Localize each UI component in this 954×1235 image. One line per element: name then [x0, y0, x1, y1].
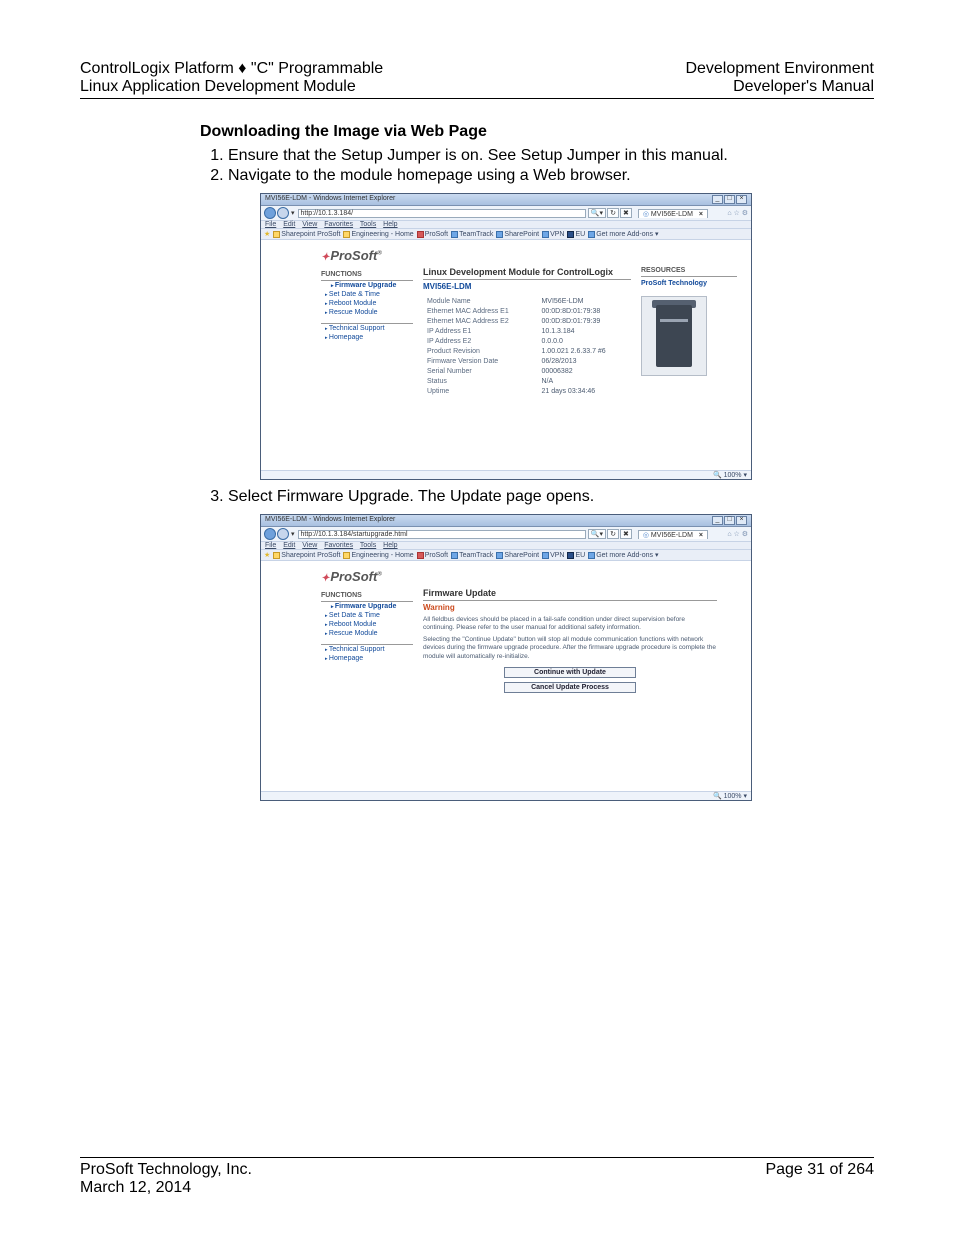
back-button[interactable]: [264, 528, 276, 540]
toolbar-icons[interactable]: ⌂ ☆ ⚙: [708, 530, 748, 538]
sidebar-reboot-module[interactable]: Reboot Module: [321, 620, 413, 629]
back-button[interactable]: [264, 207, 276, 219]
address-bar[interactable]: http://10.1.3.184/startupgrade.html: [298, 530, 586, 539]
sidebar-set-date-time[interactable]: Set Date & Time: [321, 290, 413, 299]
firmware-update-title: Firmware Update: [423, 588, 717, 601]
menu-bar[interactable]: File Edit View Favorites Tools Help: [261, 221, 751, 229]
step-list-cont: Select Firmware Upgrade. The Update page…: [228, 488, 874, 506]
sidebar-homepage[interactable]: Homepage: [321, 654, 413, 663]
section-title: Downloading the Image via Web Page: [200, 123, 874, 141]
address-bar[interactable]: http://10.1.3.184/: [298, 209, 586, 218]
screenshot-homepage: MVI56E-LDM - Windows Internet Explorer _…: [260, 193, 874, 480]
footer-company: ProSoft Technology, Inc.: [80, 1161, 252, 1179]
step-2: Navigate to the module homepage using a …: [228, 167, 874, 185]
sidebar-technical-support[interactable]: Technical Support: [321, 324, 413, 333]
forward-button[interactable]: [277, 528, 289, 540]
sidebar-functions-header: FUNCTIONS: [321, 271, 413, 281]
header-left-2: Linux Application Development Module: [80, 78, 383, 96]
window-buttons[interactable]: _□×: [711, 516, 747, 525]
close-icon[interactable]: ×: [699, 532, 703, 539]
favorites-bar[interactable]: ★ Sharepoint ProSoft Engineering - Home …: [261, 229, 751, 240]
resources-link[interactable]: ProSoft Technology: [641, 277, 737, 290]
sidebar-rescue-module[interactable]: Rescue Module: [321, 308, 413, 317]
refresh-icon[interactable]: ↻: [607, 529, 619, 539]
module-image: [641, 296, 707, 376]
page-header: ControlLogix Platform ♦ "C" Programmable…: [80, 60, 874, 99]
sidebar-reboot-module[interactable]: Reboot Module: [321, 299, 413, 308]
page-footer: ProSoft Technology, Inc. March 12, 2014 …: [80, 1157, 874, 1197]
stop-icon[interactable]: ✖: [620, 529, 632, 539]
toolbar-icons[interactable]: ⌂ ☆ ⚙: [708, 209, 748, 217]
resources-header: RESOURCES: [641, 267, 737, 277]
sidebar-rescue-module[interactable]: Rescue Module: [321, 629, 413, 638]
sidebar-firmware-upgrade[interactable]: Firmware Upgrade: [321, 281, 413, 290]
window-buttons[interactable]: _□×: [711, 195, 747, 204]
cancel-update-button[interactable]: Cancel Update Process: [504, 682, 636, 693]
status-bar: 🔍 100% ▾: [261, 470, 751, 479]
module-info-table: Module NameMVI56E-LDM Ethernet MAC Addre…: [423, 295, 631, 397]
sidebar-functions-header: FUNCTIONS: [321, 592, 413, 602]
refresh-icon[interactable]: ↻: [607, 208, 619, 218]
step-list: Ensure that the Setup Jumper is on. See …: [228, 147, 874, 185]
window-title: MVI56E-LDM - Windows Internet Explorer: [265, 195, 395, 204]
forward-button[interactable]: [277, 207, 289, 219]
sidebar-homepage[interactable]: Homepage: [321, 333, 413, 342]
search-icon[interactable]: 🔍▾: [588, 529, 606, 539]
favorites-bar[interactable]: ★ Sharepoint ProSoft Engineering - Home …: [261, 550, 751, 561]
header-right-1: Development Environment: [685, 60, 874, 78]
footer-page: Page 31 of 264: [765, 1161, 874, 1197]
header-left-1: ControlLogix Platform ♦ "C" Programmable: [80, 60, 383, 78]
step-1: Ensure that the Setup Jumper is on. See …: [228, 147, 874, 165]
prosoft-logo: ✦ProSoft®: [261, 240, 751, 267]
browser-tab[interactable]: ◎ MVI56E-LDM×: [638, 530, 708, 539]
browser-tab[interactable]: ◎ MVI56E-LDM×: [638, 209, 708, 218]
footer-date: March 12, 2014: [80, 1179, 252, 1197]
stop-icon[interactable]: ✖: [620, 208, 632, 218]
header-right-2: Developer's Manual: [685, 78, 874, 96]
screenshot-firmware-update: MVI56E-LDM - Windows Internet Explorer _…: [260, 514, 874, 801]
sidebar-set-date-time[interactable]: Set Date & Time: [321, 611, 413, 620]
sidebar-firmware-upgrade[interactable]: Firmware Upgrade: [321, 602, 413, 611]
search-icon[interactable]: 🔍▾: [588, 208, 606, 218]
status-bar: 🔍 100% ▾: [261, 791, 751, 800]
window-title: MVI56E-LDM - Windows Internet Explorer: [265, 516, 395, 525]
warning-text-1: All fieldbus devices should be placed in…: [423, 614, 717, 634]
warning-label: Warning: [423, 601, 717, 614]
continue-update-button[interactable]: Continue with Update: [504, 667, 636, 678]
menu-bar[interactable]: File Edit View Favorites Tools Help: [261, 542, 751, 550]
model-name: MVI56E-LDM: [423, 280, 631, 295]
main-title: Linux Development Module for ControlLogi…: [423, 267, 631, 280]
prosoft-logo: ✦ProSoft®: [261, 561, 751, 588]
sidebar-technical-support[interactable]: Technical Support: [321, 645, 413, 654]
warning-text-2: Selecting the "Continue Update" button w…: [423, 634, 717, 662]
step-3: Select Firmware Upgrade. The Update page…: [228, 488, 874, 506]
close-icon[interactable]: ×: [699, 211, 703, 218]
